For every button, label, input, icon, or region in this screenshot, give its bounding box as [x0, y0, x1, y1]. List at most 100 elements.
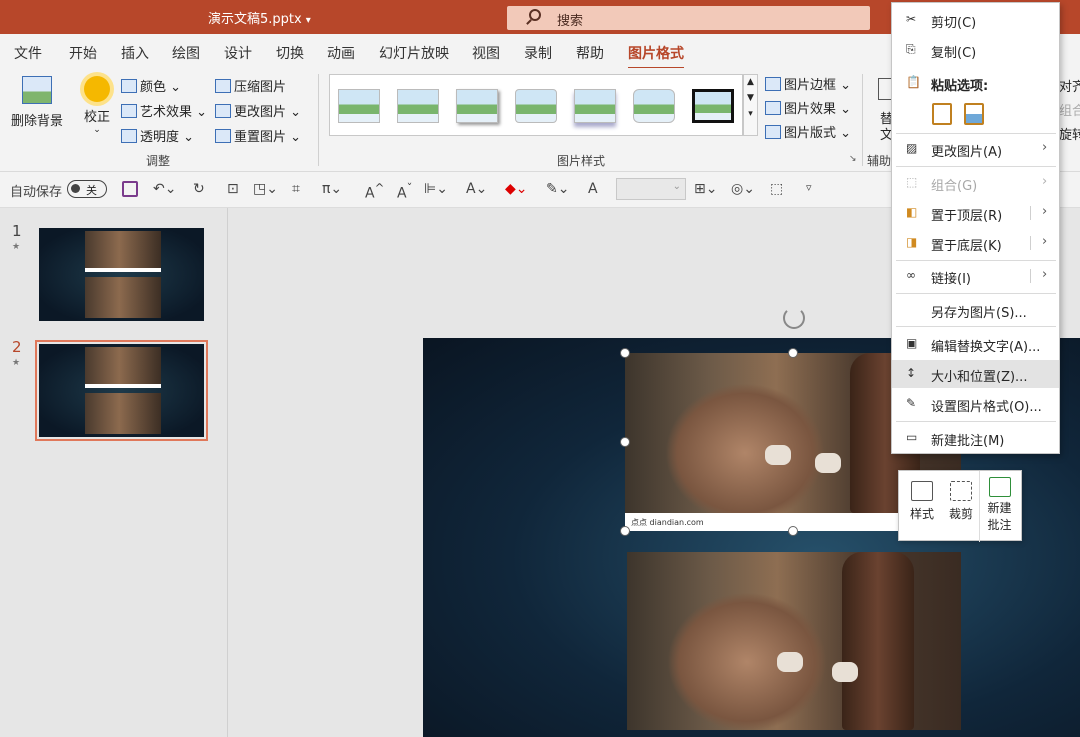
slide-thumbnail-2[interactable]	[35, 340, 208, 441]
picture-effects-button[interactable]: 图片效果 ⌄	[765, 98, 851, 117]
resize-handle[interactable]	[788, 348, 798, 358]
menu-item-link[interactable]: ∞ 链接(I) ›	[892, 262, 1059, 290]
tab-slideshow[interactable]: 幻灯片放映	[379, 43, 449, 63]
textbox-icon[interactable]: ⌗	[292, 181, 300, 197]
equation-icon[interactable]: π⌄	[322, 181, 342, 197]
picture-style-thumb[interactable]	[456, 89, 498, 123]
arrange-icon[interactable]: ⊞⌄	[694, 181, 717, 197]
more-icon[interactable]: ▾	[744, 109, 757, 119]
chevron-right-icon[interactable]: ›	[1042, 204, 1047, 219]
copy-icon: ⎘	[906, 42, 916, 56]
picture-border-button[interactable]: 图片边框 ⌄	[765, 74, 851, 93]
crop-button[interactable]: 裁剪	[943, 471, 979, 542]
transparency-button[interactable]: 透明度 ⌄	[121, 126, 194, 145]
menu-item-send-to-back[interactable]: ◨ 置于底层(K) ›	[892, 229, 1059, 257]
resize-handle[interactable]	[788, 526, 798, 536]
second-picture[interactable]	[627, 552, 961, 730]
tab-view[interactable]: 视图	[472, 43, 500, 63]
tab-home[interactable]: 开始	[69, 43, 97, 63]
search-box[interactable]: 搜索	[507, 6, 870, 30]
group-label-adjust: 调整	[146, 154, 171, 168]
thumbnail-image	[85, 277, 161, 318]
picture-style-thumb[interactable]	[633, 89, 675, 123]
tab-design[interactable]: 设计	[224, 43, 252, 63]
menu-item-bring-to-front[interactable]: ◧ 置于顶层(R) ›	[892, 199, 1059, 227]
remove-background-button[interactable]: 删除背景	[10, 76, 64, 129]
increase-font-icon[interactable]: A^	[365, 181, 384, 202]
save-icon[interactable]	[122, 181, 138, 197]
slide-from-start-icon[interactable]: ⊡	[227, 181, 239, 197]
chevron-right-icon[interactable]: ›	[1042, 234, 1047, 249]
change-picture-button[interactable]: 更改图片 ⌄	[215, 101, 301, 120]
menu-item-cut[interactable]: ✂ 剪切(C)	[892, 6, 1059, 34]
text-color-icon[interactable]: A	[588, 181, 598, 197]
compress-pictures-button[interactable]: 压缩图片	[215, 76, 286, 95]
menu-paste-options-header: 📋 粘贴选项:	[892, 69, 1059, 97]
menu-item-copy[interactable]: ⎘ 复制(C)	[892, 36, 1059, 64]
group-separator	[862, 74, 863, 166]
autosave-toggle[interactable]: 关	[67, 180, 107, 198]
picture-style-thumb[interactable]	[574, 89, 616, 123]
tab-draw[interactable]: 绘图	[172, 43, 200, 63]
menu-item-new-comment[interactable]: ▭ 新建批注(M)	[892, 424, 1059, 452]
picture-style-thumb[interactable]	[397, 89, 439, 123]
sun-icon	[84, 76, 110, 102]
color-button[interactable]: 颜色 ⌄	[121, 76, 181, 95]
picture-style-thumb[interactable]	[338, 89, 380, 123]
tab-file[interactable]: 文件	[14, 43, 42, 63]
rotate-handle-icon[interactable]	[783, 307, 805, 329]
font-color-icon[interactable]: A⌄	[466, 181, 487, 197]
glove	[815, 453, 841, 473]
dialog-launcher-icon[interactable]: ↘	[849, 154, 857, 164]
corrections-button[interactable]: 校正 ⌄	[80, 76, 114, 135]
document-title[interactable]: 演示文稿5.pptx ▾	[208, 8, 311, 27]
menu-item-save-as-picture[interactable]: 另存为图片(S)...	[892, 296, 1059, 324]
scroll-up-icon[interactable]: ▲	[744, 77, 757, 87]
resize-handle[interactable]	[620, 437, 630, 447]
comment-icon: ▭	[906, 430, 918, 444]
shapes-icon[interactable]: ◳⌄	[253, 181, 278, 197]
decrease-font-icon[interactable]: Aˇ	[397, 181, 412, 202]
fill-color-icon[interactable]: ◆⌄	[505, 181, 528, 197]
tab-record[interactable]: 录制	[524, 43, 552, 63]
resize-handle[interactable]	[620, 526, 630, 536]
align-icon[interactable]: ⊫⌄	[424, 181, 448, 197]
remove-background-label: 删除背景	[10, 114, 63, 129]
artistic-effects-button[interactable]: 艺术效果 ⌄	[121, 101, 207, 120]
menu-item-change-picture[interactable]: ▨ 更改图片(A) ›	[892, 135, 1059, 163]
menu-item-group[interactable]: ⬚ 组合(G) ›	[892, 169, 1059, 197]
tab-transitions[interactable]: 切换	[276, 43, 304, 63]
compress-icon	[215, 79, 231, 93]
picture-layout-button[interactable]: 图片版式 ⌄	[765, 122, 851, 141]
picture-style-thumb[interactable]	[692, 89, 734, 123]
customize-qat-icon[interactable]: ▿	[806, 181, 812, 194]
gallery-scroll[interactable]: ▲ ▼ ▾	[743, 74, 758, 136]
menu-item-format-picture[interactable]: ✎ 设置图片格式(O)...	[892, 390, 1059, 418]
menu-item-label: 置于顶层(R)	[931, 209, 1003, 224]
chevron-right-icon[interactable]: ›	[1042, 267, 1047, 282]
reset-picture-button[interactable]: 重置图片 ⌄	[215, 126, 301, 145]
new-comment-button[interactable]: 新建 批注	[979, 471, 1019, 542]
merge-shapes-icon[interactable]: ◎⌄	[731, 181, 755, 197]
search-icon	[529, 9, 541, 21]
tab-help[interactable]: 帮助	[576, 43, 604, 63]
style-button[interactable]: 样式	[902, 471, 942, 542]
resize-handle[interactable]	[620, 348, 630, 358]
menu-item-size-and-position[interactable]: ↕ 大小和位置(Z)...	[892, 360, 1059, 388]
paste-keep-source-icon[interactable]	[932, 103, 952, 125]
slide-thumbnail-1[interactable]	[39, 228, 204, 321]
tab-picture-format[interactable]: 图片格式	[628, 43, 684, 70]
picture-style-thumb[interactable]	[515, 89, 557, 123]
tab-insert[interactable]: 插入	[121, 43, 149, 63]
scroll-down-icon[interactable]: ▼	[744, 93, 757, 103]
redo-icon[interactable]: ↻	[193, 181, 205, 197]
undo-icon[interactable]: ↶⌄	[153, 181, 176, 197]
menu-item-edit-alt-text[interactable]: ▣ 编辑替换文字(A)...	[892, 330, 1059, 358]
select-icon[interactable]: ⬚	[770, 181, 783, 197]
group-label-partial: 组合	[1059, 104, 1080, 119]
menu-separator	[896, 326, 1056, 327]
paste-picture-icon[interactable]	[964, 103, 984, 125]
font-size-box[interactable]: ⌄	[616, 178, 686, 200]
tab-animations[interactable]: 动画	[327, 43, 355, 63]
outline-color-icon[interactable]: ✎⌄	[546, 181, 569, 197]
